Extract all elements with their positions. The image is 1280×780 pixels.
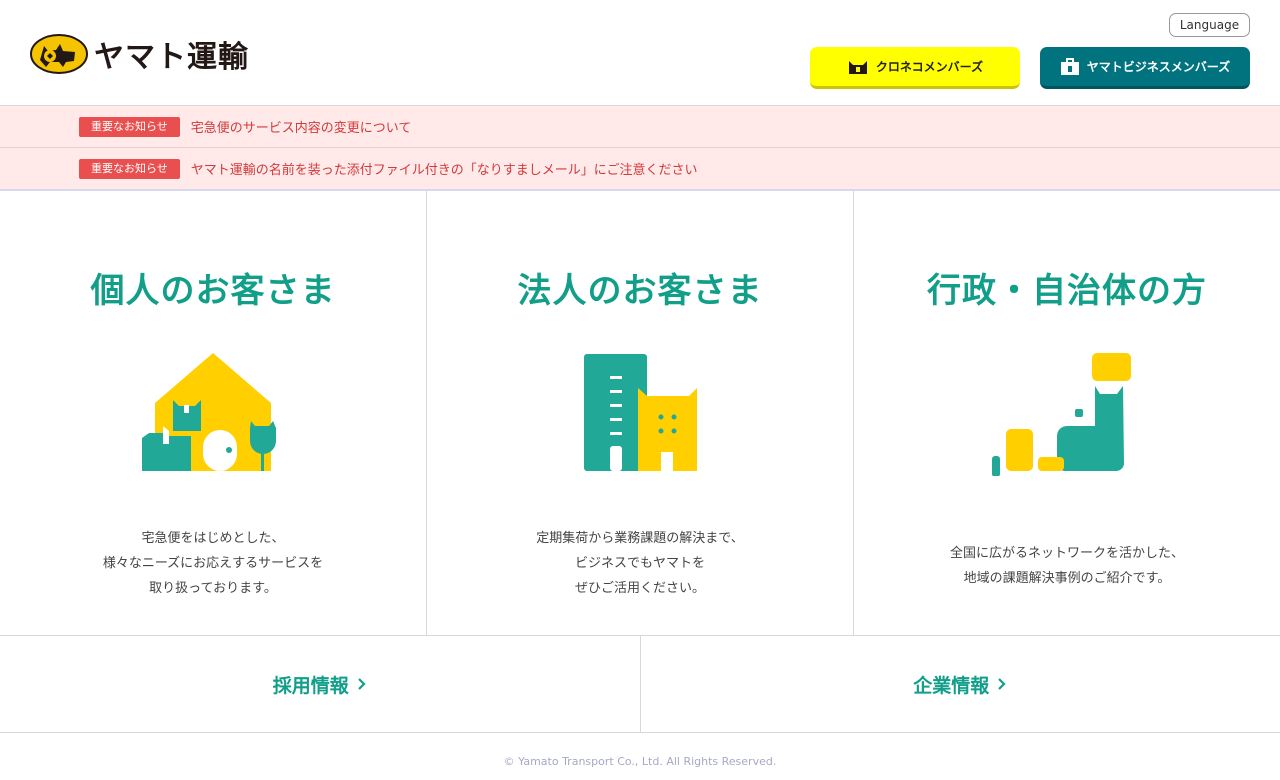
cat-face-icon bbox=[847, 58, 869, 76]
briefcase-icon bbox=[1060, 57, 1080, 76]
important-notices: 重要なお知らせ 宅急便のサービス内容の変更について 重要なお知らせ ヤマト運輸の… bbox=[0, 106, 1280, 190]
customer-categories: 個人のお客さま 宅急便をはじめとした、 様々なニーズにお応えするサービスを 取り… bbox=[0, 191, 1280, 636]
notice-item[interactable]: 重要なお知らせ 宅急便のサービス内容の変更について bbox=[0, 106, 1280, 147]
card-government[interactable]: 行政・自治体の方 全国に広がるネットワークを活かした、 地域の課題解決事例のご紹… bbox=[853, 191, 1280, 635]
card-personal[interactable]: 個人のお客さま 宅急便をはじめとした、 様々なニーズにお応えするサービスを 取り… bbox=[0, 191, 426, 635]
card-title: 個人のお客さま bbox=[90, 271, 336, 311]
notice-badge: 重要なお知らせ bbox=[79, 116, 180, 137]
notice-item[interactable]: 重要なお知らせ ヤマト運輸の名前を装った添付ファイル付きの「なりすましメール」に… bbox=[0, 147, 1280, 189]
language-button[interactable]: Language bbox=[1169, 13, 1250, 37]
network-cat-icon bbox=[854, 346, 1280, 486]
chevron-right-icon bbox=[357, 677, 367, 691]
card-business[interactable]: 法人のお客さま 定期集荷から業務課題の解決まで、 ビジネスでもヤマトを ぜひご活… bbox=[426, 191, 853, 635]
company-link[interactable]: 企業情報 bbox=[639, 636, 1280, 732]
notice-link[interactable]: ヤマト運輸の名前を装った添付ファイル付きの「なりすましメール」にご注意ください bbox=[191, 159, 698, 178]
notice-badge: 重要なお知らせ bbox=[79, 158, 180, 179]
building-cat-icon bbox=[427, 346, 853, 486]
house-cats-icon bbox=[0, 346, 426, 486]
card-description: 宅急便をはじめとした、 様々なニーズにお応えするサービスを 取り扱っております。 bbox=[102, 531, 324, 596]
notice-link[interactable]: 宅急便のサービス内容の変更について bbox=[191, 117, 412, 136]
site-header: ヤマト運輸 Language クロネコメンバーズ ヤマトビジネスメンバーズ bbox=[0, 0, 1280, 106]
card-description: 定期集荷から業務課題の解決まで、 ビジネスでもヤマトを ぜひご活用ください。 bbox=[536, 531, 744, 596]
kuroneko-logo-icon bbox=[30, 34, 88, 74]
card-title: 行政・自治体の方 bbox=[927, 271, 1207, 311]
logo-text: ヤマト運輸 bbox=[94, 40, 249, 75]
card-description: 全国に広がるネットワークを活かした、 地域の課題解決事例のご紹介です。 bbox=[949, 546, 1184, 586]
bottom-links: 採用情報 企業情報 bbox=[0, 636, 1280, 733]
business-members-button[interactable]: ヤマトビジネスメンバーズ bbox=[1040, 47, 1250, 89]
copyright: © Yamato Transport Co., Ltd. All Rights … bbox=[503, 755, 777, 768]
chevron-right-icon bbox=[997, 677, 1007, 691]
recruit-link[interactable]: 採用情報 bbox=[0, 636, 640, 732]
logo[interactable]: ヤマト運輸 bbox=[30, 34, 249, 75]
card-title: 法人のお客さま bbox=[517, 271, 763, 311]
kuroneko-members-label: クロネコメンバーズ bbox=[875, 60, 984, 74]
kuroneko-members-button[interactable]: クロネコメンバーズ bbox=[810, 47, 1020, 89]
business-members-label: ヤマトビジネスメンバーズ bbox=[1086, 60, 1231, 74]
company-label: 企業情報 bbox=[913, 674, 990, 697]
recruit-label: 採用情報 bbox=[272, 674, 349, 697]
